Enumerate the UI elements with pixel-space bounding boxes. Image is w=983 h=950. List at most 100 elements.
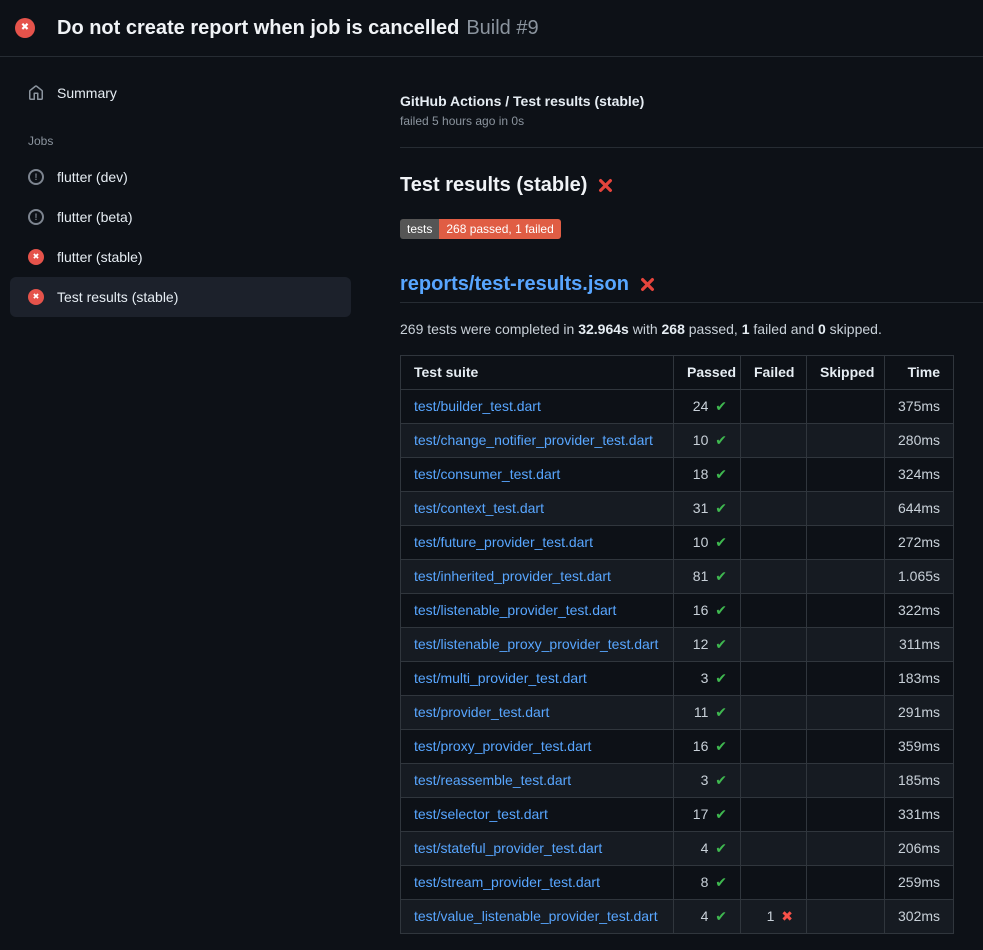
passed-cell: 81 ✔ (674, 560, 741, 594)
time-cell: 302ms (885, 900, 954, 934)
sidebar-job-test-results-stable[interactable]: ✖ Test results (stable) (10, 277, 351, 317)
suite-link[interactable]: test/selector_test.dart (414, 806, 548, 822)
suite-link[interactable]: test/listenable_proxy_provider_test.dart (414, 636, 658, 652)
result-row: test/provider_test.dart 11 ✔ 291ms (401, 696, 954, 730)
suite-link[interactable]: test/consumer_test.dart (414, 466, 560, 482)
suite-cell: test/selector_test.dart (401, 798, 674, 832)
x-circle-icon: ✖ (28, 289, 44, 305)
failed-cell (741, 798, 807, 832)
suite-link[interactable]: test/proxy_provider_test.dart (414, 738, 591, 754)
passed-cell: 10 ✔ (674, 526, 741, 560)
suite-link[interactable]: test/context_test.dart (414, 500, 544, 516)
sidebar-job-flutter-stable[interactable]: ✖ flutter (stable) (10, 237, 351, 277)
suite-link[interactable]: test/provider_test.dart (414, 704, 549, 720)
suite-link[interactable]: test/multi_provider_test.dart (414, 670, 587, 686)
suite-link[interactable]: test/future_provider_test.dart (414, 534, 593, 550)
skipped-cell (807, 866, 885, 900)
failed-status-icon: ✖ (15, 18, 35, 38)
skipped-cell (807, 390, 885, 424)
suite-link[interactable]: test/listenable_provider_test.dart (414, 602, 616, 618)
skipped-cell (807, 458, 885, 492)
result-row: test/selector_test.dart17 ✔331ms (401, 798, 954, 832)
sidebar-item-summary[interactable]: Summary (10, 73, 351, 113)
suite-link[interactable]: test/value_listenable_provider_test.dart (414, 908, 658, 924)
check-icon: ✔ (715, 874, 727, 890)
x-circle-icon: ✖ (28, 249, 44, 265)
time-cell: 291ms (885, 696, 954, 730)
neutral-status-icon: ! (28, 169, 44, 185)
passed-cell: 4 ✔ (674, 900, 741, 934)
result-row: test/consumer_test.dart18 ✔324ms (401, 458, 954, 492)
suite-cell: test/builder_test.dart (401, 390, 674, 424)
check-run-title: Do not create report when job is cancell… (57, 17, 459, 39)
failed-x-icon (639, 276, 656, 293)
suite-cell: test/context_test.dart (401, 492, 674, 526)
suite-cell: test/listenable_proxy_provider_test.dart (401, 628, 674, 662)
time-cell: 322ms (885, 594, 954, 628)
col-time: Time (885, 356, 954, 390)
job-label: flutter (stable) (57, 247, 143, 267)
suite-link[interactable]: test/reassemble_test.dart (414, 772, 571, 788)
col-failed: Failed (741, 356, 807, 390)
failed-cell (741, 730, 807, 764)
skipped-cell (807, 560, 885, 594)
suite-cell: test/future_provider_test.dart (401, 526, 674, 560)
skipped-cell (807, 764, 885, 798)
time-cell: 259ms (885, 866, 954, 900)
suite-link[interactable]: test/stateful_provider_test.dart (414, 840, 602, 856)
result-row: test/inherited_provider_test.dart 81 ✔ 1.0… (401, 560, 954, 594)
skipped-cell (807, 900, 885, 934)
skipped-cell (807, 832, 885, 866)
summary-bold: 268 (662, 321, 685, 337)
suite-cell: test/value_listenable_provider_test.dart (401, 900, 674, 934)
check-title-text: Test results (stable) (400, 174, 587, 197)
page-title: Do not create report when job is cancell… (57, 17, 539, 40)
summary-text: 269 tests were completed in (400, 321, 578, 337)
check-icon: ✔ (715, 466, 727, 482)
table-header-row: Test suite Passed Failed Skipped Time (401, 356, 954, 390)
suite-link[interactable]: test/stream_provider_test.dart (414, 874, 600, 890)
passed-cell: 18 ✔ (674, 458, 741, 492)
check-icon: ✔ (715, 670, 727, 686)
suite-cell: test/reassemble_test.dart (401, 764, 674, 798)
time-cell: 311ms (885, 628, 954, 662)
failed-x-icon (597, 177, 614, 194)
failed-cell: 1 ✖ (741, 900, 807, 934)
result-row: test/builder_test.dart24 ✔375ms (401, 390, 954, 424)
suite-link[interactable]: test/inherited_provider_test.dart (414, 568, 611, 584)
run-meta: failed 5 hours ago in 0s (400, 114, 983, 128)
suite-cell: test/change_notifier_provider_test.dart (401, 424, 674, 458)
results-table: Test suite Passed Failed Skipped Time te… (400, 355, 954, 934)
result-row: test/context_test.dart31 ✔644ms (401, 492, 954, 526)
result-row: test/stateful_provider_test.dart4 ✔206ms (401, 832, 954, 866)
report-file-link[interactable]: reports/test-results.json (400, 273, 629, 296)
time-cell: 1.065s (885, 560, 954, 594)
passed-cell: 11 ✔ (674, 696, 741, 730)
summary-bold: 0 (818, 321, 826, 337)
suite-cell: test/inherited_provider_test.dart (401, 560, 674, 594)
check-icon: ✔ (715, 500, 727, 516)
skipped-cell (807, 424, 885, 458)
skipped-cell (807, 526, 885, 560)
divider (400, 147, 983, 148)
sidebar: Summary Jobs !flutter (dev)!flutter (bet… (0, 57, 390, 317)
job-label: flutter (beta) (57, 207, 132, 227)
result-row: test/change_notifier_provider_test.dart1… (401, 424, 954, 458)
suite-link[interactable]: test/change_notifier_provider_test.dart (414, 432, 653, 448)
failed-cell (741, 696, 807, 730)
badge-label: tests (400, 219, 439, 239)
col-skipped: Skipped (807, 356, 885, 390)
check-icon: ✔ (715, 568, 727, 584)
sidebar-job-flutter-beta[interactable]: !flutter (beta) (10, 197, 351, 237)
suite-link[interactable]: test/builder_test.dart (414, 398, 541, 414)
page-body: Summary Jobs !flutter (dev)!flutter (bet… (0, 57, 983, 934)
skipped-cell (807, 662, 885, 696)
job-label: Test results (stable) (57, 287, 178, 307)
failed-cell (741, 424, 807, 458)
summary-text: skipped. (826, 321, 882, 337)
suite-cell: test/provider_test.dart (401, 696, 674, 730)
suite-cell: test/stateful_provider_test.dart (401, 832, 674, 866)
sidebar-job-flutter-dev[interactable]: !flutter (dev) (10, 157, 351, 197)
col-passed: Passed (674, 356, 741, 390)
jobs-list: !flutter (dev)!flutter (beta)✖flutter (s… (10, 157, 390, 317)
